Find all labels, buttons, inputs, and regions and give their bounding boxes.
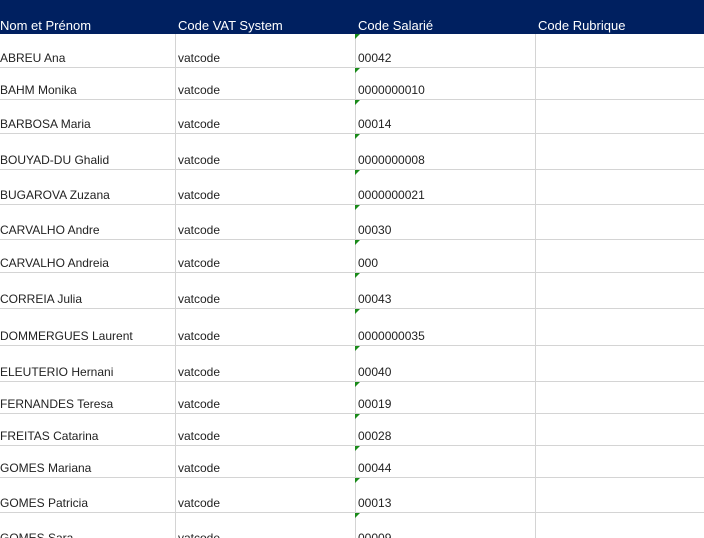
- cell-employee-code[interactable]: 00042: [358, 51, 391, 65]
- cell-employee-code[interactable]: 0000000021: [358, 188, 425, 202]
- cell-vat-code[interactable]: vatcode: [178, 496, 220, 510]
- table-row[interactable]: CARVALHO Andreia vatcode 000: [0, 240, 704, 273]
- cell-employee-code[interactable]: 00043: [358, 292, 391, 306]
- text-format-indicator-icon: [355, 478, 360, 483]
- table-row[interactable]: ELEUTERIO Hernani vatcode 00040: [0, 346, 704, 382]
- cell-vat-code[interactable]: vatcode: [178, 188, 220, 202]
- table-row[interactable]: BARBOSA Maria vatcode 00014: [0, 100, 704, 134]
- cell-name[interactable]: BUGAROVA Zuzana: [0, 188, 110, 202]
- table-row[interactable]: CARVALHO Andre vatcode 00030: [0, 205, 704, 240]
- cell-name[interactable]: CORREIA Julia: [0, 292, 82, 306]
- text-format-indicator-icon: [355, 240, 360, 245]
- text-format-indicator-icon: [355, 134, 360, 139]
- cell-name[interactable]: ABREU Ana: [0, 51, 65, 65]
- cell-employee-code[interactable]: 00028: [358, 429, 391, 443]
- cell-vat-code[interactable]: vatcode: [178, 461, 220, 475]
- header-row: Nom et Prénom Code VAT System Code Salar…: [0, 0, 704, 34]
- table-row[interactable]: DOMMERGUES Laurent vatcode 0000000035: [0, 309, 704, 346]
- cell-name[interactable]: FERNANDES Teresa: [0, 397, 113, 411]
- table-row[interactable]: BAHM Monika vatcode 0000000010: [0, 68, 704, 100]
- cell-vat-code[interactable]: vatcode: [178, 365, 220, 379]
- cell-name[interactable]: DOMMERGUES Laurent: [0, 329, 133, 343]
- cell-employee-code[interactable]: 00030: [358, 223, 391, 237]
- cell-name[interactable]: CARVALHO Andreia: [0, 256, 109, 270]
- table-row[interactable]: GOMES Patricia vatcode 00013: [0, 478, 704, 513]
- cell-name[interactable]: ELEUTERIO Hernani: [0, 365, 113, 379]
- cell-vat-code[interactable]: vatcode: [178, 83, 220, 97]
- cell-vat-code[interactable]: vatcode: [178, 429, 220, 443]
- cell-name[interactable]: BARBOSA Maria: [0, 117, 91, 131]
- cell-vat-code[interactable]: vatcode: [178, 153, 220, 167]
- text-format-indicator-icon: [355, 309, 360, 314]
- text-format-indicator-icon: [355, 205, 360, 210]
- cell-vat-code[interactable]: vatcode: [178, 397, 220, 411]
- cell-name[interactable]: BOUYAD-DU Ghalid: [0, 153, 109, 167]
- cell-vat-code[interactable]: vatcode: [178, 329, 220, 343]
- text-format-indicator-icon: [355, 513, 360, 518]
- cell-employee-code[interactable]: 00044: [358, 461, 391, 475]
- cell-name[interactable]: BAHM Monika: [0, 83, 77, 97]
- table-row[interactable]: FREITAS Catarina vatcode 00028: [0, 414, 704, 446]
- header-cell-vat-code[interactable]: Code VAT System: [178, 0, 353, 34]
- cell-name[interactable]: CARVALHO Andre: [0, 223, 100, 237]
- text-format-indicator-icon: [355, 382, 360, 387]
- text-format-indicator-icon: [355, 170, 360, 175]
- cell-vat-code[interactable]: vatcode: [178, 292, 220, 306]
- cell-employee-code[interactable]: 00014: [358, 117, 391, 131]
- text-format-indicator-icon: [355, 68, 360, 73]
- table-row[interactable]: GOMES Sara vatcode 00009: [0, 513, 704, 538]
- table-row[interactable]: CORREIA Julia vatcode 00043: [0, 273, 704, 309]
- table-row[interactable]: FERNANDES Teresa vatcode 00019: [0, 382, 704, 414]
- cell-vat-code[interactable]: vatcode: [178, 531, 220, 538]
- cell-vat-code[interactable]: vatcode: [178, 117, 220, 131]
- header-cell-rubric-code[interactable]: Code Rubrique: [538, 0, 704, 34]
- cell-employee-code[interactable]: 00009: [358, 531, 391, 538]
- cell-name[interactable]: FREITAS Catarina: [0, 429, 98, 443]
- table-row[interactable]: BUGAROVA Zuzana vatcode 0000000021: [0, 170, 704, 205]
- cell-employee-code[interactable]: 00013: [358, 496, 391, 510]
- spreadsheet-sheet: Nom et Prénom Code VAT System Code Salar…: [0, 0, 704, 538]
- cell-employee-code[interactable]: 00040: [358, 365, 391, 379]
- cell-vat-code[interactable]: vatcode: [178, 256, 220, 270]
- cell-employee-code[interactable]: 0000000010: [358, 83, 425, 97]
- text-format-indicator-icon: [355, 273, 360, 278]
- cell-vat-code[interactable]: vatcode: [178, 51, 220, 65]
- cell-name[interactable]: GOMES Patricia: [0, 496, 88, 510]
- cell-employee-code[interactable]: 0000000008: [358, 153, 425, 167]
- text-format-indicator-icon: [355, 346, 360, 351]
- text-format-indicator-icon: [355, 34, 360, 39]
- text-format-indicator-icon: [355, 414, 360, 419]
- cell-name[interactable]: GOMES Mariana: [0, 461, 91, 475]
- header-cell-name[interactable]: Nom et Prénom: [0, 0, 175, 34]
- cell-employee-code[interactable]: 00019: [358, 397, 391, 411]
- table-row[interactable]: ABREU Ana vatcode 00042: [0, 34, 704, 68]
- cell-employee-code[interactable]: 0000000035: [358, 329, 425, 343]
- header-cell-employee-code[interactable]: Code Salarié: [358, 0, 533, 34]
- text-format-indicator-icon: [355, 446, 360, 451]
- table-row[interactable]: BOUYAD-DU Ghalid vatcode 0000000008: [0, 134, 704, 170]
- cell-employee-code[interactable]: 000: [358, 256, 378, 270]
- cell-vat-code[interactable]: vatcode: [178, 223, 220, 237]
- text-format-indicator-icon: [355, 100, 360, 105]
- table-row[interactable]: GOMES Mariana vatcode 00044: [0, 446, 704, 478]
- cell-name[interactable]: GOMES Sara: [0, 531, 73, 538]
